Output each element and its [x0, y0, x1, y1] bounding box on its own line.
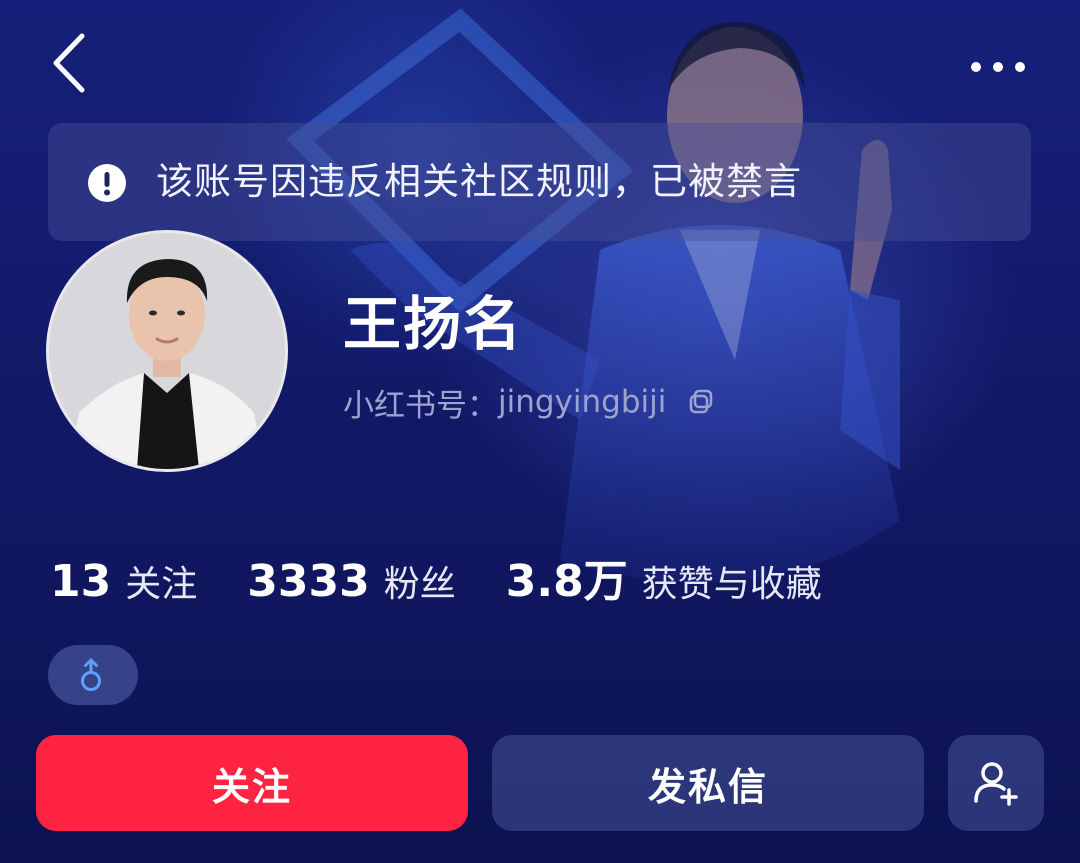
gender-tag: [48, 645, 138, 705]
stat-label: 关注: [125, 564, 198, 605]
add-friend-button[interactable]: [948, 735, 1044, 831]
nickname: 王扬名: [343, 290, 524, 358]
follow-button[interactable]: 关注: [36, 735, 468, 831]
stat-following[interactable]: 13 关注: [50, 555, 197, 607]
avatar[interactable]: [46, 230, 288, 472]
male-icon: [81, 658, 101, 691]
chevron-left-icon: [53, 33, 85, 93]
top-navigation-bar: [0, 0, 1080, 120]
back-button[interactable]: [40, 28, 100, 98]
profile-stats: 13 关注 3333 粉丝 3.8万 获赞与收藏: [50, 545, 872, 607]
more-horizontal-icon: [971, 62, 1025, 72]
notice-text: 该账号因违反相关社区规则，已被禁言: [156, 160, 802, 203]
add-user-icon: [974, 762, 1018, 806]
red-id-value: jingyingbiji: [498, 384, 667, 420]
stat-likes-collects[interactable]: 3.8万 获赞与收藏: [506, 545, 822, 609]
account-muted-notice: 该账号因违反相关社区规则，已被禁言: [48, 123, 1031, 241]
exclamation-circle-icon: [88, 164, 126, 202]
stat-value: 3.8万: [505, 556, 628, 607]
red-id-row: 小红书号： jingyingbiji: [343, 380, 714, 424]
send-message-button[interactable]: 发私信: [492, 735, 924, 831]
stat-label: 粉丝: [383, 564, 456, 605]
stat-value: 13: [50, 556, 112, 607]
avatar-image: [49, 233, 285, 469]
stat-label: 获赞与收藏: [641, 564, 822, 605]
copy-icon[interactable]: [688, 389, 714, 415]
red-id-label: 小红书号：: [343, 387, 498, 424]
more-options-button[interactable]: [960, 48, 1040, 88]
stat-followers[interactable]: 3333 粉丝: [247, 555, 455, 607]
stat-value: 3333: [247, 556, 370, 607]
